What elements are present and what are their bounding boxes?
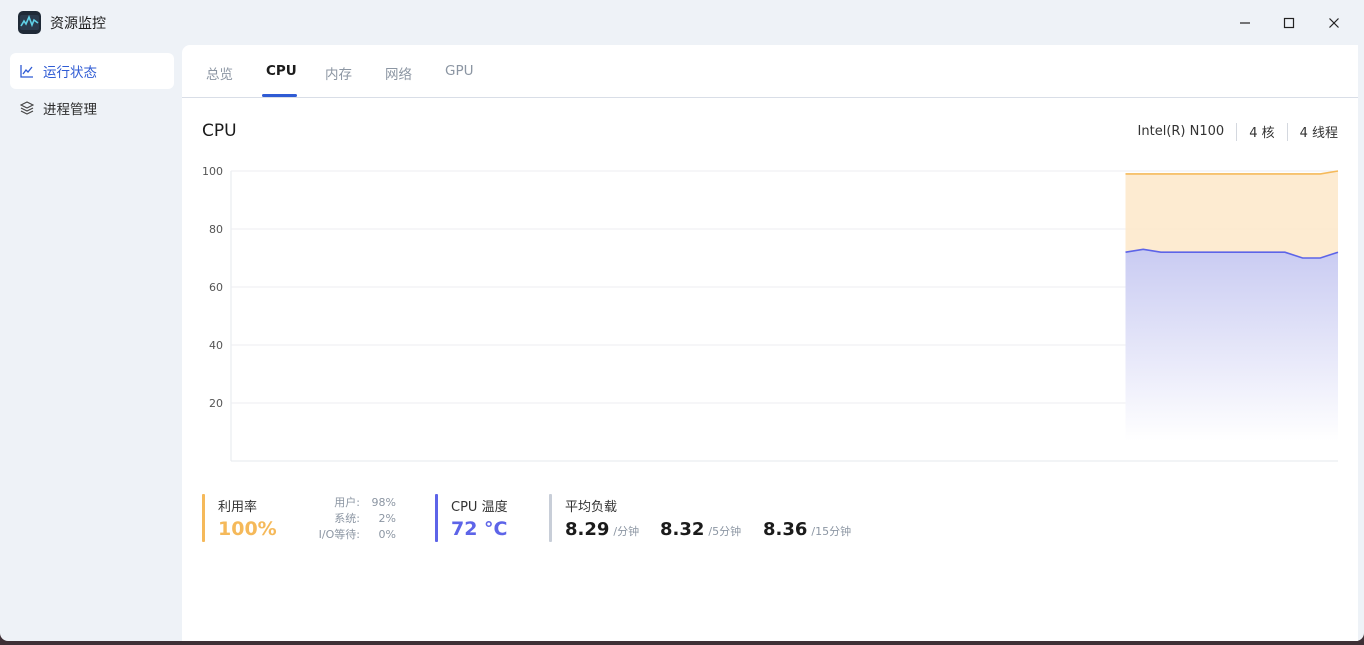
app-logo-icon — [18, 11, 41, 34]
tab-overview[interactable]: 总览 — [206, 63, 233, 97]
usage-color-bar — [202, 494, 205, 542]
active-tab-indicator — [262, 94, 297, 97]
load-15min-unit: /15分钟 — [811, 525, 852, 538]
usage-system-key: 系统: — [334, 512, 360, 525]
tab-network[interactable]: 网络 — [385, 63, 412, 97]
chart-line-icon — [20, 64, 34, 78]
layers-icon — [20, 101, 34, 115]
app-window: 资源监控 运行状态 进程管理 总览 CPU 内存 网络 GPU CPU Inte… — [0, 0, 1364, 641]
tab-bar: 总览 CPU 内存 网络 GPU — [182, 45, 1358, 98]
sidebar-item-processes[interactable]: 进程管理 — [10, 90, 174, 126]
y-tick-label: 60 — [209, 281, 223, 294]
temperature-label: CPU 温度 — [451, 500, 508, 515]
usage-system-row: 系统: 2% — [310, 510, 396, 526]
temperature-color-bar — [435, 494, 438, 542]
load-5min: 8.32/5分钟 — [660, 519, 741, 540]
temperature-value: 72 °C — [451, 518, 508, 540]
temperature-stat: CPU 温度 72 °C — [435, 494, 535, 542]
close-icon — [1329, 18, 1339, 28]
load-15min-value: 8.36 — [763, 519, 808, 540]
minimize-icon — [1240, 22, 1250, 24]
load-1min-unit: /分钟 — [613, 525, 640, 538]
usage-iowait-value: 0% — [378, 528, 396, 541]
sidebar-item-label: 进程管理 — [43, 102, 97, 118]
usage-iowait-row: I/O等待: 0% — [310, 526, 396, 542]
minimize-button[interactable] — [1222, 0, 1268, 46]
series-area — [1125, 249, 1338, 441]
load-5min-unit: /5分钟 — [708, 525, 742, 538]
y-tick-label: 40 — [209, 339, 223, 352]
tab-gpu[interactable]: GPU — [445, 63, 473, 93]
maximize-button[interactable] — [1266, 0, 1312, 46]
usage-system-value: 2% — [378, 512, 396, 525]
y-tick-label: 80 — [209, 223, 223, 236]
usage-label: 利用率 — [218, 500, 258, 515]
tab-cpu[interactable]: CPU — [266, 63, 297, 93]
main-panel: 总览 CPU 内存 网络 GPU CPU Intel(R) N100 4 核 4… — [182, 45, 1358, 641]
divider — [1236, 122, 1238, 141]
usage-stat: 利用率 100% 用户: 98% 系统: 2% I/O等待: 0% — [202, 494, 402, 542]
load-average-stat: 平均负载 8.29/分钟 8.32/5分钟 8.36/15分钟 — [549, 494, 869, 542]
usage-iowait-key: I/O等待: — [318, 528, 360, 541]
usage-user-key: 用户: — [334, 496, 360, 509]
y-tick-label: 20 — [209, 397, 223, 410]
divider — [1286, 122, 1288, 141]
app-title: 资源监控 — [50, 16, 106, 32]
y-tick-label: 100 — [202, 165, 223, 178]
sidebar-item-status[interactable]: 运行状态 — [10, 53, 174, 89]
cpu-threads: 4 线程 — [1299, 126, 1338, 141]
load-5min-value: 8.32 — [660, 519, 705, 540]
load-1min: 8.29/分钟 — [565, 519, 639, 540]
load-color-bar — [549, 494, 552, 542]
cpu-info: Intel(R) N100 4 核 4 线程 — [1138, 122, 1338, 141]
load-label: 平均负载 — [565, 500, 618, 515]
sidebar-item-label: 运行状态 — [43, 65, 97, 81]
title-bar[interactable]: 资源监控 — [0, 0, 1364, 46]
section-title: CPU — [202, 121, 237, 141]
usage-value: 100% — [218, 518, 277, 540]
cpu-model: Intel(R) N100 — [1137, 124, 1225, 139]
load-15min: 8.36/15分钟 — [763, 519, 851, 540]
cpu-cores: 4 核 — [1249, 126, 1275, 141]
usage-user-row: 用户: 98% — [310, 494, 396, 510]
maximize-icon — [1283, 17, 1295, 29]
usage-user-value: 98% — [371, 496, 396, 509]
close-button[interactable] — [1311, 0, 1357, 46]
load-1min-value: 8.29 — [565, 519, 610, 540]
sidebar: 运行状态 进程管理 — [10, 53, 174, 127]
cpu-usage-chart: 100 80 60 40 20 — [202, 165, 1339, 462]
tab-memory[interactable]: 内存 — [325, 63, 352, 97]
